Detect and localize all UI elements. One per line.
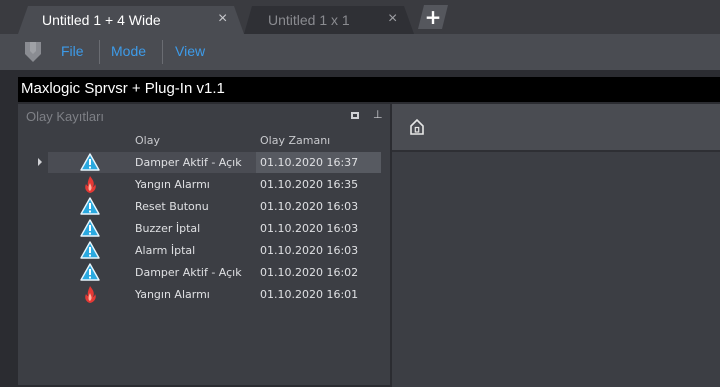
table-row[interactable]: Buzzer İptal 01.10.2020 16:03 bbox=[18, 218, 390, 239]
event-name: Damper Aktif - Açık bbox=[135, 266, 242, 279]
event-name: Reset Butonu bbox=[135, 200, 209, 213]
event-name: Buzzer İptal bbox=[135, 222, 201, 235]
new-tab-button[interactable]: + bbox=[418, 5, 448, 29]
event-time: 01.10.2020 16:02 bbox=[260, 266, 359, 279]
app-title-bar: Maxlogic Sprvsr + Plug-In v1.1 bbox=[18, 77, 720, 102]
menu-file[interactable]: File bbox=[61, 43, 84, 59]
content-panel bbox=[392, 104, 720, 387]
warning-icon bbox=[80, 153, 100, 171]
event-name: Yangın Alarmı bbox=[135, 288, 210, 301]
event-time: 01.10.2020 16:03 bbox=[260, 222, 359, 235]
table-row[interactable]: Reset Butonu 01.10.2020 16:03 bbox=[18, 196, 390, 217]
close-icon[interactable]: × bbox=[388, 10, 397, 28]
menu-separator bbox=[99, 40, 100, 64]
menu-separator bbox=[162, 40, 163, 64]
shield-logo-icon bbox=[25, 42, 41, 62]
tab-label: Untitled 1 x 1 bbox=[268, 12, 350, 28]
close-icon[interactable]: × bbox=[218, 10, 227, 28]
event-time: 01.10.2020 16:01 bbox=[260, 288, 359, 301]
column-header-olay[interactable]: Olay bbox=[135, 134, 160, 147]
column-header-olay-zamani[interactable]: Olay Zamanı bbox=[260, 134, 330, 147]
event-time: 01.10.2020 16:03 bbox=[260, 244, 359, 257]
event-name: Alarm İptal bbox=[135, 244, 196, 257]
tab-label: Untitled 1 + 4 Wide bbox=[42, 12, 161, 28]
table-row[interactable]: Damper Aktif - Açık 01.10.2020 16:02 bbox=[18, 262, 390, 283]
maximize-icon[interactable] bbox=[351, 112, 359, 119]
event-time: 01.10.2020 16:37 bbox=[260, 156, 359, 169]
warning-icon bbox=[80, 219, 100, 237]
tab-bar: Untitled 1 + 4 Wide × Untitled 1 x 1 × + bbox=[0, 0, 720, 34]
menu-bar: File Mode View bbox=[0, 34, 720, 70]
warning-icon bbox=[80, 197, 100, 215]
tab-untitled-4-wide[interactable]: Untitled 1 + 4 Wide × bbox=[18, 6, 244, 34]
menu-view[interactable]: View bbox=[175, 43, 205, 59]
row-selector-marker bbox=[38, 158, 42, 166]
panel-title: Olay Kayıtları bbox=[26, 109, 105, 124]
pin-icon[interactable]: ⊥ bbox=[373, 108, 383, 121]
event-time: 01.10.2020 16:35 bbox=[260, 178, 359, 191]
content-area bbox=[392, 150, 720, 387]
fire-icon bbox=[85, 176, 96, 193]
table-row[interactable]: Alarm İptal 01.10.2020 16:03 bbox=[18, 240, 390, 261]
table-row[interactable]: Yangın Alarmı 01.10.2020 16:35 bbox=[18, 174, 390, 195]
fire-icon bbox=[85, 286, 96, 303]
tab-untitled-1x1[interactable]: Untitled 1 x 1 × bbox=[244, 6, 414, 34]
event-name: Yangın Alarmı bbox=[135, 178, 210, 191]
home-icon[interactable] bbox=[410, 119, 424, 135]
event-name: Damper Aktif - Açık bbox=[135, 156, 242, 169]
warning-icon bbox=[80, 241, 100, 259]
menu-mode[interactable]: Mode bbox=[111, 43, 146, 59]
app-title: Maxlogic Sprvsr + Plug-In v1.1 bbox=[21, 80, 225, 97]
table-row[interactable]: Damper Aktif - Açık 01.10.2020 16:37 bbox=[18, 152, 390, 173]
table-row[interactable]: Yangın Alarmı 01.10.2020 16:01 bbox=[18, 284, 390, 305]
warning-icon bbox=[80, 263, 100, 281]
event-time: 01.10.2020 16:03 bbox=[260, 200, 359, 213]
